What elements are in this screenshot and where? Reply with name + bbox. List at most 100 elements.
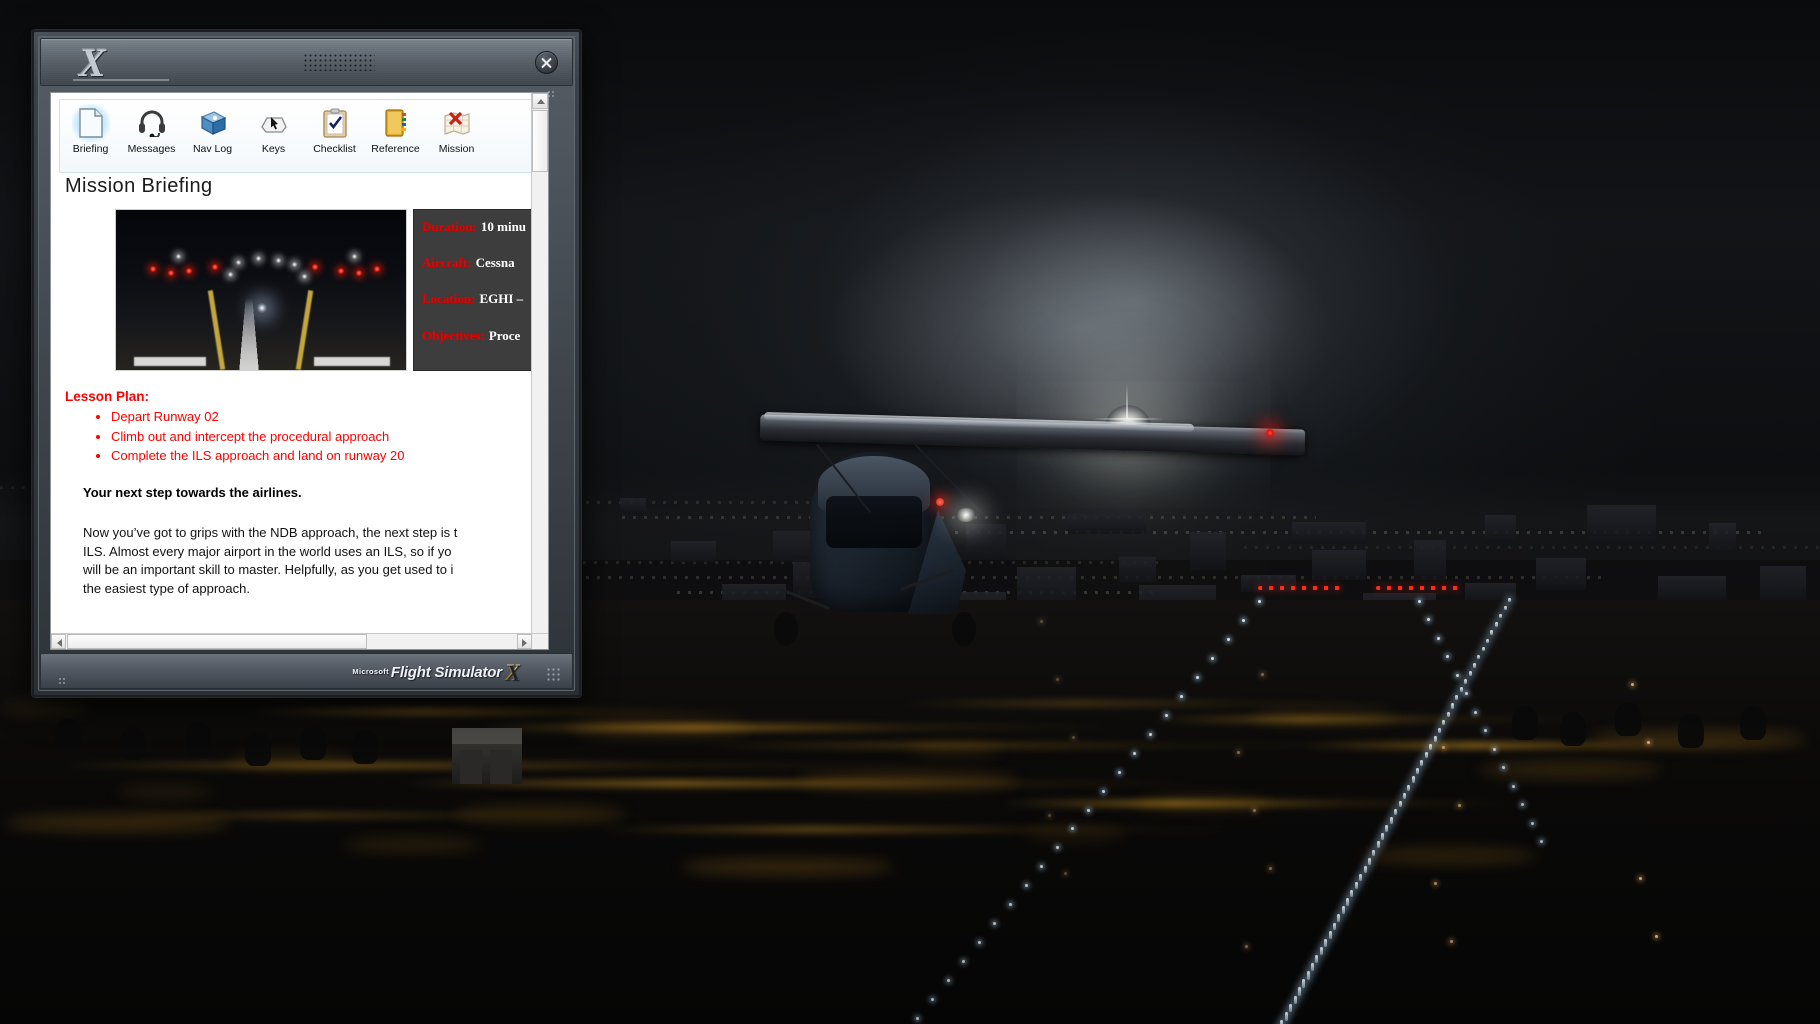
apron-light xyxy=(1631,683,1634,686)
tab-checklist[interactable]: Checklist xyxy=(304,104,365,155)
tree-silhouette xyxy=(1678,714,1704,748)
vertical-scrollbar[interactable] xyxy=(531,93,548,649)
book-icon xyxy=(194,104,232,142)
tab-mission[interactable]: Mission xyxy=(426,104,487,155)
building-silhouette xyxy=(1536,558,1586,590)
mission-briefing-window[interactable]: X Briefing Messages Nav Log Keys Checkli… xyxy=(32,30,581,697)
centerline-light xyxy=(1402,792,1406,799)
info-key: Objectives: xyxy=(422,328,485,343)
taxiway-light-streak xyxy=(250,708,770,715)
briefing-body: Your next step towards the airlines. Now… xyxy=(83,485,548,598)
horizontal-scrollbar[interactable] xyxy=(51,633,548,649)
centerline-light xyxy=(1472,662,1476,668)
photo-white-light xyxy=(176,254,181,259)
apron-light xyxy=(1450,940,1453,943)
centerline-light xyxy=(1341,906,1345,914)
photo-red-light xyxy=(186,268,192,274)
briefing-paragraph: Now you’ve got to grips with the NDB app… xyxy=(83,524,548,598)
centerline-light xyxy=(1385,825,1389,832)
edge-light xyxy=(1180,694,1184,698)
building-silhouette xyxy=(1414,540,1446,580)
centerline-light xyxy=(1311,963,1315,972)
centerline-light xyxy=(1437,727,1441,734)
apron-glow xyxy=(1251,709,1394,725)
edge-light xyxy=(1086,808,1090,812)
briefing-page: Briefing Messages Nav Log Keys Checklist… xyxy=(50,92,549,650)
photo-red-light xyxy=(356,270,362,276)
centerline-light xyxy=(1416,768,1420,775)
centerline-light xyxy=(1398,800,1402,808)
tab-reference[interactable]: Reference xyxy=(365,104,426,155)
tree-silhouette xyxy=(1615,702,1641,736)
briefing-photo xyxy=(115,209,407,371)
info-value: Proce xyxy=(488,328,521,343)
info-value: Cessna xyxy=(475,255,515,270)
info-row-aircraft: Aircraft: Cessna xyxy=(422,254,515,272)
mission-info-panel: Duration: 10 minu Aircraft: Cessna Locat… xyxy=(413,209,548,371)
centerline-light xyxy=(1468,671,1472,676)
photo-red-light xyxy=(374,266,380,272)
paragraph-line: will be an important skill to master. He… xyxy=(83,562,454,577)
centerline-light xyxy=(1306,971,1310,980)
fsx-brand-logo: Microsoft Flight Simulator X xyxy=(352,660,520,686)
photo-red-light xyxy=(212,264,218,270)
building-silhouette xyxy=(1312,550,1366,580)
vertical-scrollbar-thumb[interactable] xyxy=(532,110,548,172)
building-silhouette xyxy=(1485,515,1516,542)
brand-name: Flight Simulator xyxy=(390,664,502,681)
photo-red-light xyxy=(312,264,318,270)
tab-messages[interactable]: Messages xyxy=(121,104,182,155)
apron-glow xyxy=(1024,826,1126,842)
apron-glow xyxy=(5,815,230,831)
fsx-x-logo-icon: X xyxy=(73,43,169,85)
centerline-light xyxy=(1297,987,1301,996)
tab-briefing[interactable]: Briefing xyxy=(60,104,121,155)
centerline-light xyxy=(1389,817,1393,824)
horizontal-scrollbar-thumb[interactable] xyxy=(67,634,367,649)
tab-label: Reference xyxy=(371,143,420,155)
centerline-light xyxy=(1411,776,1415,783)
resize-grip-icon[interactable] xyxy=(546,667,562,683)
close-icon[interactable] xyxy=(535,51,558,74)
apron-light xyxy=(1072,736,1075,739)
centerline-light xyxy=(1328,930,1332,939)
tree-silhouette xyxy=(352,730,378,764)
apron-glow xyxy=(681,859,894,875)
centerline-light xyxy=(1315,954,1319,964)
apron-light xyxy=(1639,877,1642,880)
photo-threshold-marking xyxy=(134,357,206,366)
tab-navlog[interactable]: Nav Log xyxy=(182,104,243,155)
lesson-plan-title: Lesson Plan: xyxy=(65,389,150,404)
centerline-light xyxy=(1337,914,1341,923)
tab-keys[interactable]: Keys xyxy=(243,104,304,155)
centerline-light xyxy=(1376,841,1380,849)
info-row-objectives: Objectives: Proce xyxy=(422,327,520,345)
centerline-light xyxy=(1433,735,1437,742)
centerline-light xyxy=(1319,946,1323,955)
tree-silhouette xyxy=(245,732,271,766)
photo-white-light xyxy=(236,260,241,265)
centerline-light xyxy=(1363,865,1367,873)
tree-silhouette xyxy=(120,726,146,760)
kneeboard-toolbar: Briefing Messages Nav Log Keys Checklist… xyxy=(59,99,542,173)
tab-label: Messages xyxy=(127,143,176,155)
scroll-left-icon[interactable] xyxy=(51,634,66,649)
tab-label: Checklist xyxy=(313,143,356,155)
edge-light xyxy=(946,979,950,983)
paragraph-line: ILS. Almost every major airport in the w… xyxy=(83,543,452,559)
list-item: Climb out and intercept the procedural a… xyxy=(111,427,535,447)
scroll-right-icon[interactable] xyxy=(517,634,532,649)
apron-glow xyxy=(343,837,482,853)
building-silhouette xyxy=(1658,576,1726,600)
taxiway-light-streak xyxy=(900,700,1420,707)
window-titlebar[interactable]: X xyxy=(40,38,573,86)
scroll-up-icon[interactable] xyxy=(532,93,548,109)
apron-light xyxy=(1442,746,1445,749)
paragraph-line: the easiest type of approach. xyxy=(83,580,250,596)
tree-silhouette xyxy=(55,718,81,752)
apron-light xyxy=(1269,867,1272,870)
photo-red-light xyxy=(168,270,174,276)
apron-glow xyxy=(116,784,214,800)
photo-runway-edge-line xyxy=(207,290,226,370)
apron-light xyxy=(1253,809,1256,812)
